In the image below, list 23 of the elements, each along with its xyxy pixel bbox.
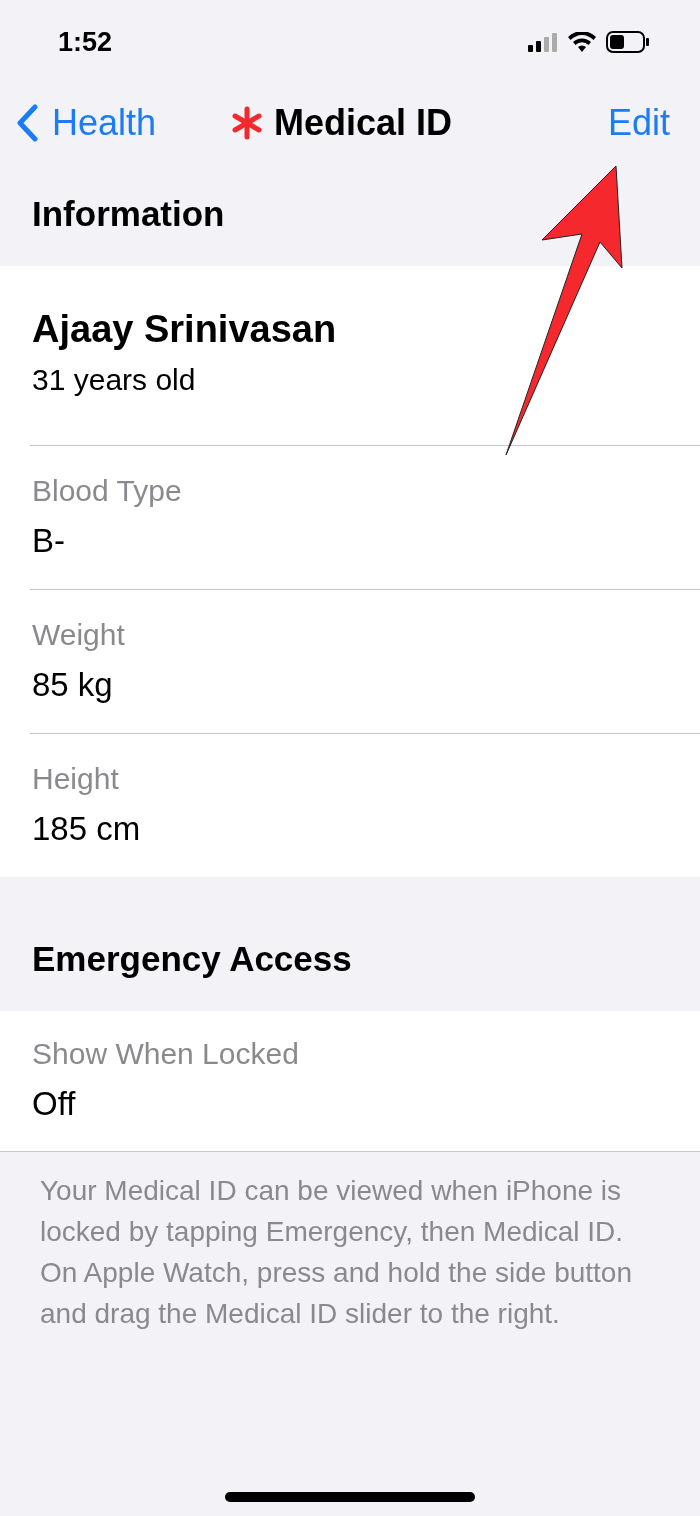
- battery-icon: [606, 31, 650, 53]
- field-label: Height: [32, 762, 119, 796]
- back-button[interactable]: Health: [16, 102, 157, 144]
- section-header: Emergency Access: [31, 938, 353, 980]
- person-name: Ajaay Srinivasan: [32, 308, 337, 351]
- field-value: Off: [32, 1085, 76, 1123]
- field-label: Show When Locked: [32, 1037, 299, 1071]
- field-value: B-: [32, 522, 65, 560]
- wifi-icon: [568, 32, 596, 52]
- screen-title: Medical ID: [274, 102, 453, 144]
- field-value: 85 kg: [32, 666, 113, 704]
- status-time: 1:52: [58, 26, 113, 58]
- edit-button[interactable]: Edit: [607, 102, 670, 144]
- footer-note: Your Medical ID can be viewed when iPhone is locked by tapping Emergency, then Medical ID. On Apple Watch, press and hold the side button and drag the Medical ID slider to the right.: [0, 1151, 700, 1334]
- asterisk-icon: [230, 106, 264, 140]
- signal-icon: [528, 32, 558, 52]
- field-value: 185 cm: [32, 810, 141, 848]
- age-text: 31 years old: [32, 363, 196, 397]
- section-header: Information: [31, 193, 226, 235]
- home-indicator[interactable]: [225, 1492, 475, 1502]
- field-label: Weight: [32, 618, 125, 652]
- chevron-left-icon: [16, 104, 38, 142]
- field-label: Blood Type: [32, 474, 182, 508]
